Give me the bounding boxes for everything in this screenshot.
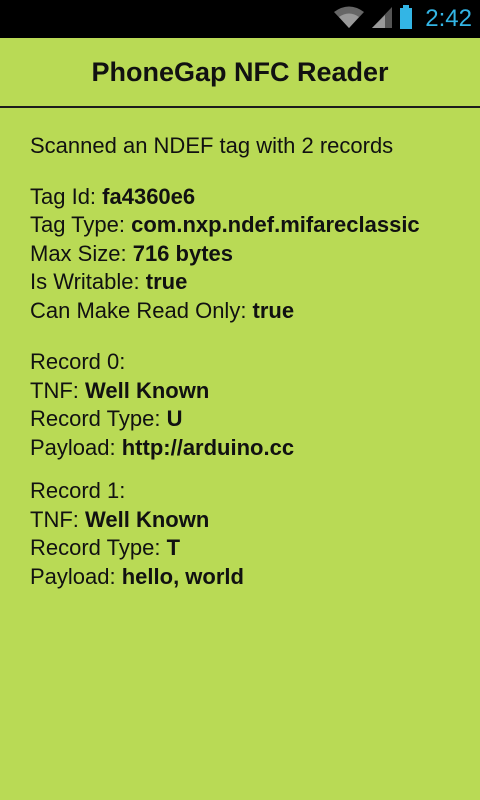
max-size-row: Max Size: 716 bytes xyxy=(30,240,470,269)
app-header: PhoneGap NFC Reader xyxy=(0,38,480,108)
record-type-row: Record Type: T xyxy=(30,534,470,563)
record-type-value: U xyxy=(166,406,183,431)
payload-label: Payload: xyxy=(30,563,122,589)
record-1: Record 1: TNF: Well Known Record Type: T… xyxy=(30,477,470,591)
tag-id-row: Tag Id: fa4360e6 xyxy=(30,183,470,212)
record-type-label: Record Type: xyxy=(30,535,167,560)
status-time: 2:42 xyxy=(425,5,472,32)
tag-id-label: Tag Id: xyxy=(30,183,103,209)
record-type-row: Record Type: U xyxy=(30,405,470,434)
record-heading: Record 0: xyxy=(30,349,126,374)
record-type-label: Record Type: xyxy=(30,406,167,431)
read-only-row: Can Make Read Only: true xyxy=(30,297,470,326)
read-only-label: Can Make Read Only: xyxy=(30,297,253,323)
payload-row: Payload: http://arduino.cc xyxy=(30,434,470,463)
record-tnf-row: TNF: Well Known xyxy=(30,506,470,535)
signal-icon xyxy=(371,5,393,34)
writable-value: true xyxy=(145,269,188,294)
status-bar: 2:42 xyxy=(0,0,480,38)
wifi-icon xyxy=(333,5,365,34)
tag-details: Scanned an NDEF tag with 2 records Tag I… xyxy=(30,108,470,591)
payload-value: http://arduino.cc xyxy=(121,434,295,460)
status-icons: 2:42 xyxy=(333,0,472,38)
battery-icon xyxy=(399,4,413,35)
tnf-value: Well Known xyxy=(85,506,210,532)
read-only-value: true xyxy=(252,297,295,323)
writable-row: Is Writable: true xyxy=(30,268,470,297)
tnf-label: TNF: xyxy=(30,506,85,532)
tag-type-label: Tag Type: xyxy=(30,212,132,237)
record-type-value: T xyxy=(166,535,181,560)
page-title: PhoneGap NFC Reader xyxy=(91,56,389,87)
record-tnf-row: TNF: Well Known xyxy=(30,377,470,406)
tnf-value: Well Known xyxy=(85,377,210,403)
scan-message: Scanned an NDEF tag with 2 records xyxy=(30,133,394,158)
payload-label: Payload: xyxy=(30,434,122,460)
tag-type-value: com.nxp.ndef.mifareclassic xyxy=(131,212,420,237)
tnf-label: TNF: xyxy=(30,377,85,403)
tag-id-value: fa4360e6 xyxy=(102,183,196,209)
payload-value: hello, world xyxy=(121,563,244,589)
tag-type-row: Tag Type: com.nxp.ndef.mifareclassic xyxy=(30,211,470,240)
max-size-value: 716 bytes xyxy=(132,240,233,266)
writable-label: Is Writable: xyxy=(30,269,146,294)
record-heading: Record 1: xyxy=(30,478,126,503)
max-size-label: Max Size: xyxy=(30,240,133,266)
tag-info: Tag Id: fa4360e6 Tag Type: com.nxp.ndef.… xyxy=(30,183,470,326)
payload-row: Payload: hello, world xyxy=(30,563,470,592)
record-0: Record 0: TNF: Well Known Record Type: U… xyxy=(30,348,470,462)
